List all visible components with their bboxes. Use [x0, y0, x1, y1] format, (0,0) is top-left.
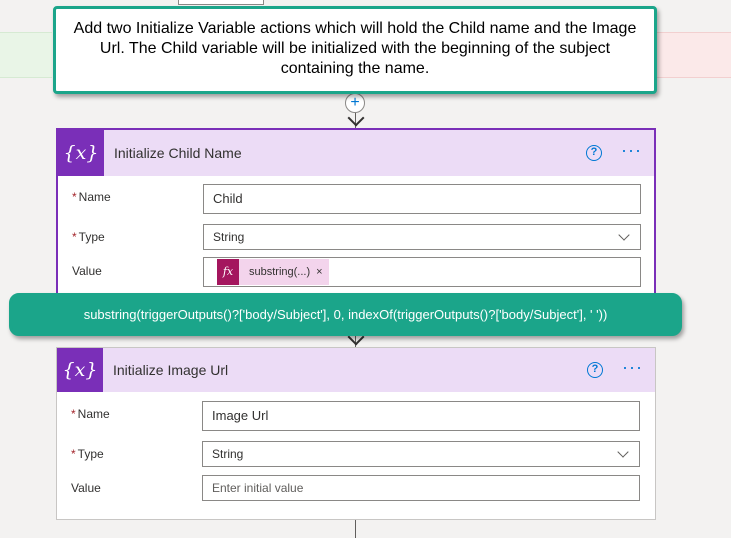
prior-step-button[interactable]	[178, 0, 264, 5]
expression-token[interactable]: fx substring(...) ×	[217, 259, 329, 285]
card-title[interactable]: Initialize Image Url	[113, 348, 228, 392]
type-label: * Type	[71, 447, 104, 461]
value-placeholder: Enter initial value	[212, 481, 304, 495]
card-header[interactable]: {x} Initialize Image Url ? ···	[57, 348, 655, 392]
name-field[interactable]: Child	[203, 184, 641, 214]
required-mark: *	[71, 407, 76, 421]
type-dropdown[interactable]: String	[202, 441, 640, 467]
prior-step-failure-band	[656, 32, 731, 78]
prior-step-success-band	[0, 32, 52, 78]
chevron-down-icon	[617, 446, 629, 458]
value-label: Value	[72, 264, 102, 278]
value-field[interactable]: fx substring(...) ×	[203, 257, 641, 287]
formula-text: substring(triggerOutputs()?['body/Subjec…	[83, 307, 608, 322]
required-mark: *	[72, 190, 77, 204]
name-value: Image Url	[212, 408, 269, 423]
type-value: String	[212, 447, 244, 461]
more-options-icon[interactable]: ···	[621, 141, 642, 159]
value-field[interactable]: Enter initial value	[202, 475, 640, 501]
name-label: * Name	[72, 190, 111, 204]
chevron-down-icon	[618, 229, 630, 241]
help-icon[interactable]: ?	[586, 145, 602, 161]
annotation-text: Add two Initialize Variable actions whic…	[73, 20, 637, 77]
remove-token-icon[interactable]: ×	[316, 259, 322, 285]
card-title[interactable]: Initialize Child Name	[114, 130, 242, 176]
formula-callout: substring(triggerOutputs()?['body/Subjec…	[9, 293, 682, 336]
required-mark: *	[71, 447, 76, 461]
card-header[interactable]: {x} Initialize Child Name ? ···	[58, 130, 654, 176]
annotation-callout: Add two Initialize Variable actions whic…	[53, 6, 657, 94]
required-mark: *	[72, 230, 77, 244]
plus-icon: +	[350, 94, 360, 111]
function-icon: fx	[217, 259, 239, 285]
type-value: String	[213, 230, 245, 244]
initialize-child-name-card[interactable]: {x} Initialize Child Name ? ··· * Name Ch…	[56, 128, 656, 308]
variable-icon: {x}	[57, 348, 103, 392]
more-options-icon[interactable]: ···	[622, 358, 643, 376]
value-label: Value	[71, 481, 101, 495]
flow-connector	[355, 520, 356, 538]
name-label: * Name	[71, 407, 110, 421]
type-label: * Type	[72, 230, 105, 244]
initialize-image-url-card[interactable]: {x} Initialize Image Url ? ··· * Name Ima…	[56, 347, 656, 520]
type-dropdown[interactable]: String	[203, 224, 641, 250]
variable-icon: {x}	[58, 130, 104, 176]
help-icon[interactable]: ?	[587, 362, 603, 378]
name-value: Child	[213, 191, 243, 206]
name-field[interactable]: Image Url	[202, 401, 640, 431]
token-label: substring(...)	[249, 266, 311, 278]
